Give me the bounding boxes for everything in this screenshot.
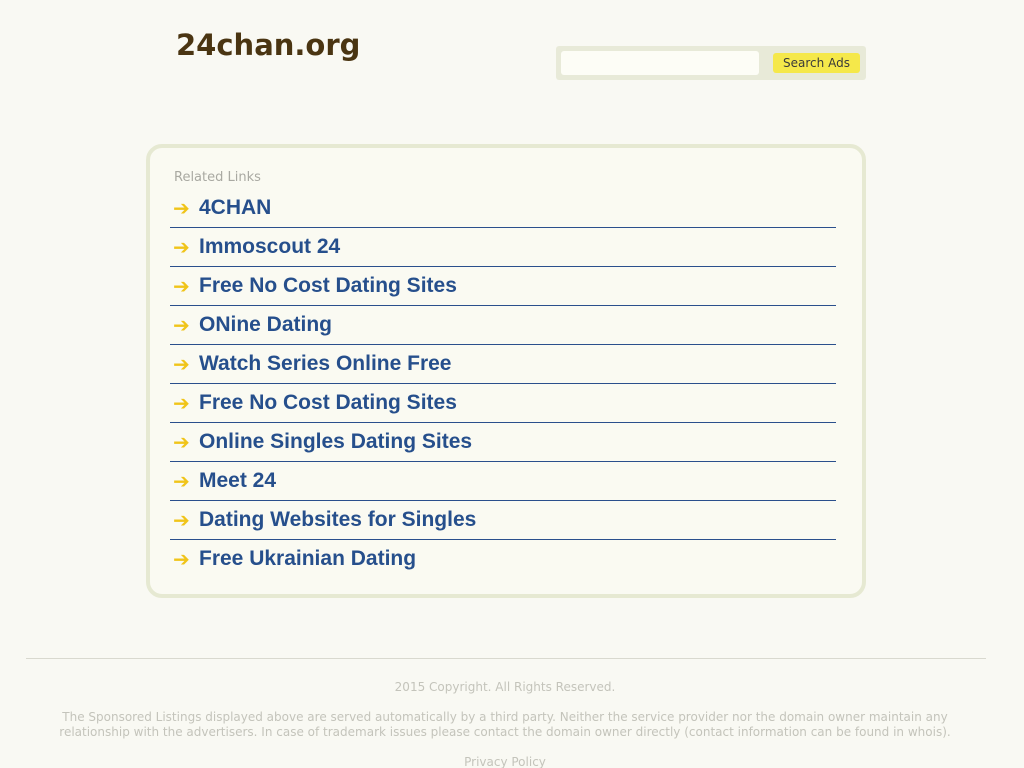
list-item: ➔ Free Ukrainian Dating bbox=[170, 540, 836, 578]
disclaimer-text: The Sponsored Listings displayed above a… bbox=[59, 710, 951, 739]
privacy-policy-link[interactable]: Privacy Policy bbox=[0, 755, 1010, 768]
related-link[interactable]: ONine Dating bbox=[199, 313, 332, 337]
arrow-right-icon: ➔ bbox=[173, 508, 190, 532]
footer-divider bbox=[26, 658, 986, 659]
related-links-panel: Related Links ➔ 4CHAN ➔ Immoscout 24 ➔ F… bbox=[146, 144, 866, 598]
search-ads-button[interactable]: Search Ads bbox=[773, 53, 860, 73]
search-input[interactable] bbox=[561, 51, 759, 75]
list-item: ➔ Online Singles Dating Sites bbox=[170, 423, 836, 462]
related-links-heading: Related Links bbox=[174, 170, 261, 185]
related-link[interactable]: Immoscout 24 bbox=[199, 235, 340, 259]
related-link[interactable]: Free No Cost Dating Sites bbox=[199, 274, 457, 298]
related-link[interactable]: 4CHAN bbox=[199, 196, 271, 220]
related-links-list: ➔ 4CHAN ➔ Immoscout 24 ➔ Free No Cost Da… bbox=[170, 189, 836, 578]
list-item: ➔ Dating Websites for Singles bbox=[170, 501, 836, 540]
arrow-right-icon: ➔ bbox=[173, 547, 190, 571]
arrow-right-icon: ➔ bbox=[173, 391, 190, 415]
arrow-right-icon: ➔ bbox=[173, 235, 190, 259]
related-link[interactable]: Meet 24 bbox=[199, 469, 276, 493]
related-link[interactable]: Dating Websites for Singles bbox=[199, 508, 476, 532]
related-link[interactable]: Watch Series Online Free bbox=[199, 352, 451, 376]
list-item: ➔ Free No Cost Dating Sites bbox=[170, 384, 836, 423]
list-item: ➔ ONine Dating bbox=[170, 306, 836, 345]
related-link[interactable]: Online Singles Dating Sites bbox=[199, 430, 472, 454]
related-link[interactable]: Free Ukrainian Dating bbox=[199, 547, 416, 571]
list-item: ➔ 4CHAN bbox=[170, 189, 836, 228]
arrow-right-icon: ➔ bbox=[173, 352, 190, 376]
list-item: ➔ Free No Cost Dating Sites bbox=[170, 267, 836, 306]
copyright-text: 2015 Copyright. All Rights Reserved. bbox=[394, 680, 616, 694]
arrow-right-icon: ➔ bbox=[173, 313, 190, 337]
site-title[interactable]: 24chan.org bbox=[176, 28, 360, 62]
arrow-right-icon: ➔ bbox=[173, 196, 190, 220]
page: 24chan.org Search Ads Related Links ➔ 4C… bbox=[0, 0, 1024, 768]
related-link[interactable]: Free No Cost Dating Sites bbox=[199, 391, 457, 415]
search-box: Search Ads bbox=[556, 46, 866, 80]
list-item: ➔ Meet 24 bbox=[170, 462, 836, 501]
arrow-right-icon: ➔ bbox=[173, 430, 190, 454]
arrow-right-icon: ➔ bbox=[173, 469, 190, 493]
list-item: ➔ Watch Series Online Free bbox=[170, 345, 836, 384]
arrow-right-icon: ➔ bbox=[173, 274, 190, 298]
list-item: ➔ Immoscout 24 bbox=[170, 228, 836, 267]
